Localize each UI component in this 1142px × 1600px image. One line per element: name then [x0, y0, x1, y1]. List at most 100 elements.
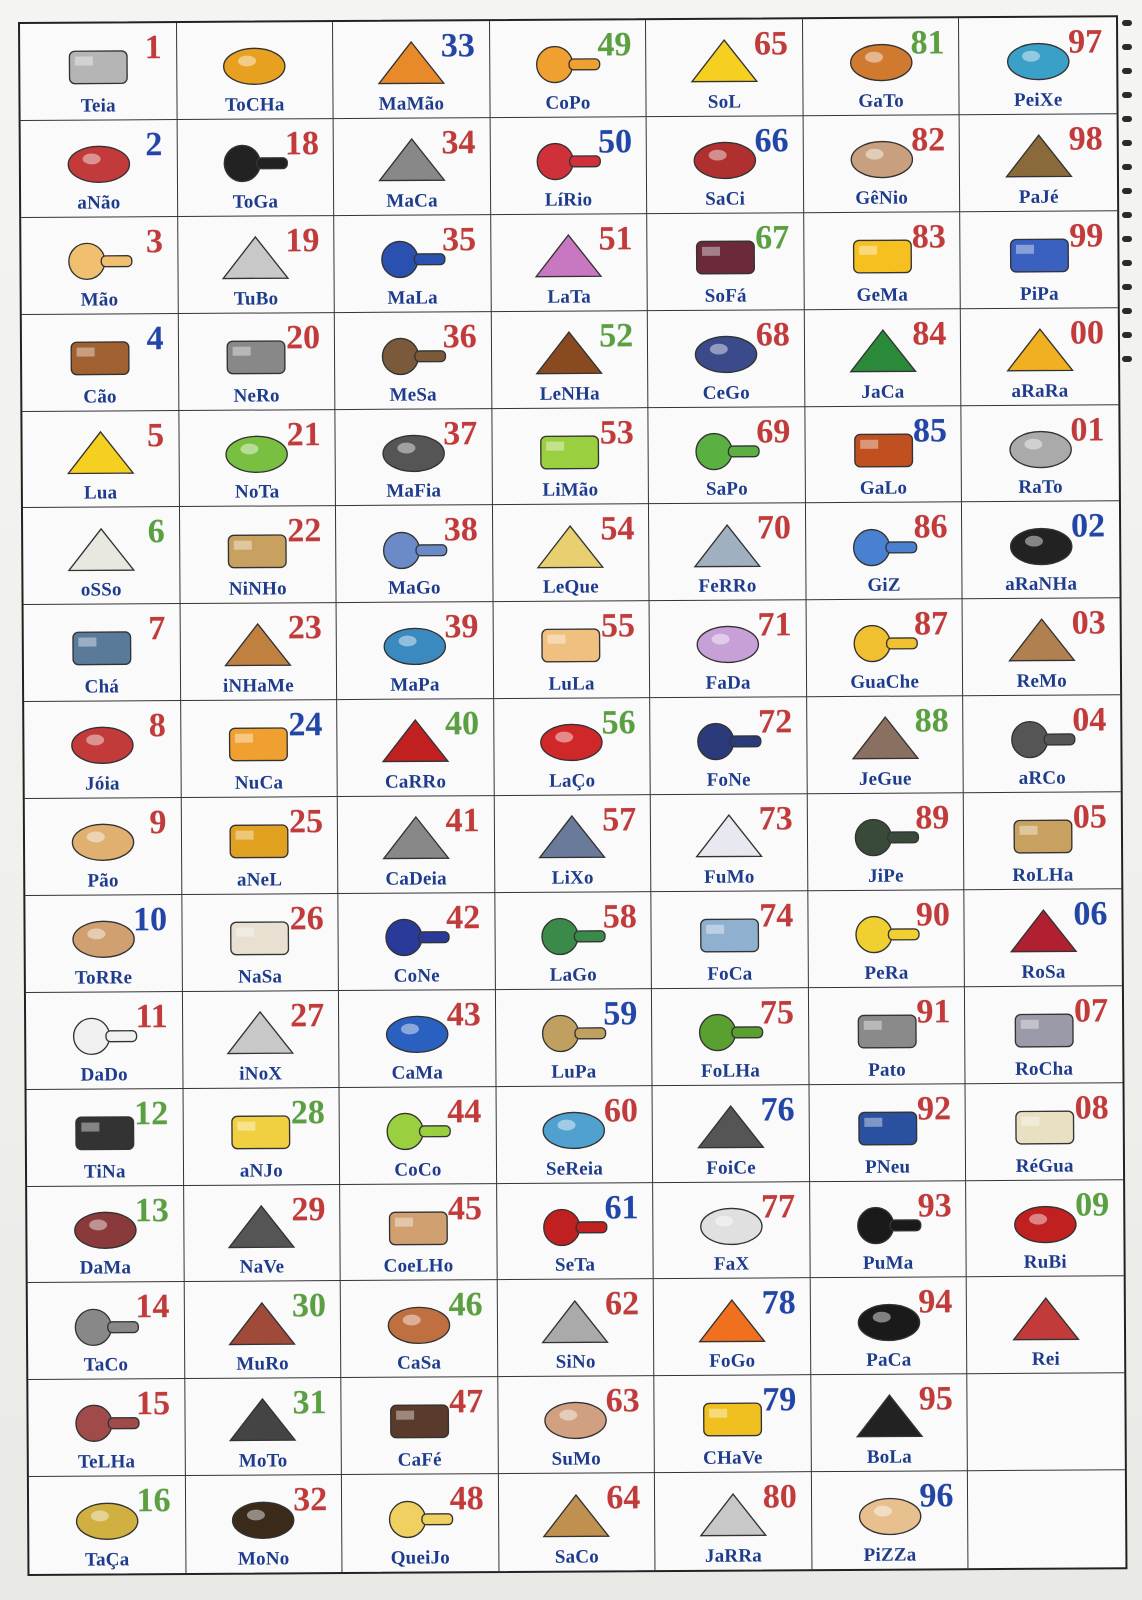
cell-number: 54	[600, 510, 635, 548]
cell-word: Rei	[1031, 1348, 1060, 1371]
cell-word: FuMo	[704, 866, 755, 888]
cell-word: SeTa	[554, 1254, 596, 1277]
cell-number: 16	[136, 1482, 171, 1520]
cell-word: RaTo	[1018, 477, 1063, 499]
grid-cell: ToCHa	[176, 22, 334, 120]
cell-word: SoL	[707, 91, 742, 113]
cell-word: aRaRa	[1011, 380, 1069, 402]
grid-cell: 32 MoNo	[185, 1475, 343, 1574]
cell-number: 35	[441, 220, 477, 259]
cell-number: 76	[760, 1090, 795, 1129]
cell-number: 4	[146, 319, 164, 357]
grid-cell: 24 NuCa	[180, 700, 338, 799]
grid-cell: 73 FuMo	[651, 794, 809, 893]
cell-word: LeNHa	[539, 382, 600, 405]
grid-cell: 5 Lua	[22, 410, 180, 509]
bread-icon	[57, 813, 149, 868]
grid-cell: 11 DaDo	[25, 991, 184, 1090]
cell-word: CaRRo	[384, 771, 447, 793]
grid-cell: 14 TaCo	[27, 1282, 185, 1381]
grid-cell: 6 oSSo	[22, 507, 181, 606]
grid-cell: 49 CoPo	[489, 20, 647, 118]
cell-number: 69	[756, 412, 791, 450]
cell-number: 66	[754, 122, 789, 160]
cell-number: 88	[914, 702, 949, 740]
grid-cell: 86 GiZ	[805, 502, 963, 601]
grid-cell: 13 DaMa	[27, 1185, 185, 1284]
grid-cell: 18 ToGa	[177, 118, 335, 217]
cell-number: 48	[449, 1480, 484, 1518]
cell-number: 19	[285, 221, 320, 260]
cell-number: 82	[911, 121, 946, 159]
cell-number: 06	[1073, 895, 1108, 933]
grid-cell: 42 CoNe	[338, 892, 496, 991]
cell-word: CoNe	[393, 965, 440, 987]
cell-number: 50	[597, 123, 633, 161]
cell-number: 3	[145, 222, 164, 260]
grid-cell	[968, 1470, 1125, 1568]
grid-cell: 31 MoTo	[184, 1378, 343, 1477]
cell-number: 41	[445, 802, 480, 840]
cell-word: Lua	[83, 482, 118, 504]
grid-cell: 60 SeReia	[496, 1085, 654, 1184]
cell-number: 12	[134, 1094, 169, 1132]
grid-cell: 98 PaJé	[960, 114, 1118, 212]
cell-word: LeQue	[542, 576, 599, 599]
cell-word: Jóia	[85, 773, 120, 795]
cell-number: 1	[144, 29, 162, 67]
cell-word: LaTa	[547, 286, 591, 308]
cell-number: 25	[288, 803, 324, 841]
cell-number: 9	[149, 804, 167, 842]
cell-word: FoCa	[707, 963, 753, 985]
cell-number: 27	[290, 996, 325, 1035]
cell-number: 5	[146, 416, 165, 454]
cell-number: 83	[911, 218, 946, 256]
grid-cell: 72 FoNe	[650, 697, 808, 796]
cell-word: RéGua	[1015, 1155, 1074, 1177]
grid-cell: 53 LiMão	[492, 407, 650, 506]
cell-word: iNHaMe	[222, 675, 294, 697]
cell-word: MaGo	[388, 577, 441, 599]
cell-word: SiNo	[555, 1351, 596, 1373]
cell-word: SaCo	[554, 1546, 599, 1568]
grid-cell: 08 RéGua	[965, 1082, 1124, 1181]
cell-number: 85	[912, 411, 948, 450]
cell-number: 28	[290, 1093, 325, 1131]
grid-cell: 19 TuBo	[177, 215, 335, 314]
cell-number: 75	[759, 994, 795, 1032]
cell-number: 60	[603, 1091, 639, 1130]
grid-cell: 89 JiPe	[807, 793, 965, 892]
cell-word: TiNa	[83, 1160, 126, 1183]
grid-cell: 07 RoCha	[965, 986, 1123, 1084]
grid-cell: 87 GuaChe	[806, 599, 964, 698]
grid-cell: 33 MaMão	[333, 21, 491, 119]
tea-icon	[55, 620, 147, 675]
grid-cell: 85 GaLo	[805, 405, 963, 504]
grid-cell: 22 NiNHo	[179, 506, 337, 605]
moon-icon	[54, 426, 146, 481]
grid-cell: 70 FeRRo	[649, 503, 807, 602]
cell-word: SaCi	[705, 188, 746, 210]
cell-word: GaTo	[858, 90, 904, 112]
grid-cell: 95 BoLa	[811, 1374, 969, 1473]
grid-cell: 92 PNeu	[809, 1083, 967, 1182]
grid-cell: 02 aRaNHa	[962, 501, 1120, 600]
grid-cell: 97 PeiXe	[959, 17, 1117, 116]
grid-cell: 57 LiXo	[494, 795, 652, 893]
mnemonic-table: 1 Teia ToCHa 33 MaMão 49 CoPo 65 SoL 81 GaTo 97 PeiX…	[18, 15, 1128, 1576]
grid-cell: 79 CHaVe	[654, 1375, 812, 1474]
cell-number: 77	[760, 1187, 796, 1225]
cell-number: 63	[605, 1382, 640, 1420]
cell-word: Chá	[84, 676, 120, 698]
grid-cell: 36 MeSa	[334, 311, 493, 410]
cell-number: 30	[291, 1287, 327, 1325]
cell-word: LaGo	[549, 964, 598, 986]
cell-number: 62	[605, 1285, 640, 1323]
cell-word: MaLa	[387, 287, 438, 309]
torch-icon	[208, 37, 300, 92]
grid-cell: 38 MaGo	[336, 505, 494, 604]
grid-cell: 65 SoL	[646, 19, 804, 118]
cell-number: 58	[602, 898, 637, 936]
cell-number: 95	[918, 1380, 953, 1418]
cell-number: 43	[446, 995, 481, 1034]
